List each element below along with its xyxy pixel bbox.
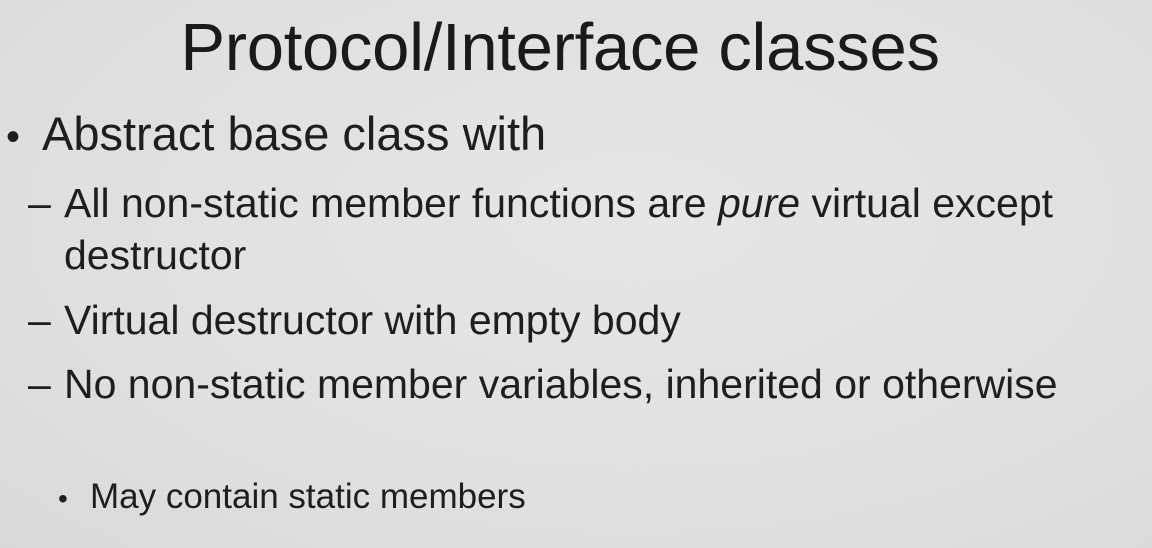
- dash-marker: –: [28, 180, 51, 226]
- text-before: All non-static member functions are: [64, 180, 718, 226]
- emphasis-text: pure: [718, 180, 801, 226]
- dash-marker: –: [28, 361, 51, 407]
- bullet-item: • Abstract base class with: [6, 106, 546, 165]
- slide: Protocol/Interface classes • Abstract bas…: [0, 0, 1152, 548]
- slide-title: Protocol/Interface classes: [180, 10, 940, 85]
- dash-marker: –: [28, 297, 51, 343]
- sub-bullet-text: Virtual destructor with empty body: [64, 297, 681, 343]
- sub-bullet-text: All non-static member functions are pure…: [64, 177, 1074, 281]
- sub-sub-bullet-text: May contain static members: [90, 477, 526, 516]
- bullet-marker: •: [58, 483, 68, 514]
- bullet-marker: •: [6, 115, 21, 159]
- sub-bullet-item: – Virtual destructor with empty body: [28, 294, 1074, 346]
- sub-sub-bullet-item: • May contain static members: [58, 474, 526, 522]
- sub-bullet-text: No non-static member variables, inherite…: [64, 361, 1058, 407]
- sub-bullet-item: – All non-static member functions are pur…: [28, 177, 1074, 281]
- bullet-text: Abstract base class with: [42, 107, 547, 160]
- sub-bullet-item: – No non-static member variables, inherit…: [28, 358, 1074, 410]
